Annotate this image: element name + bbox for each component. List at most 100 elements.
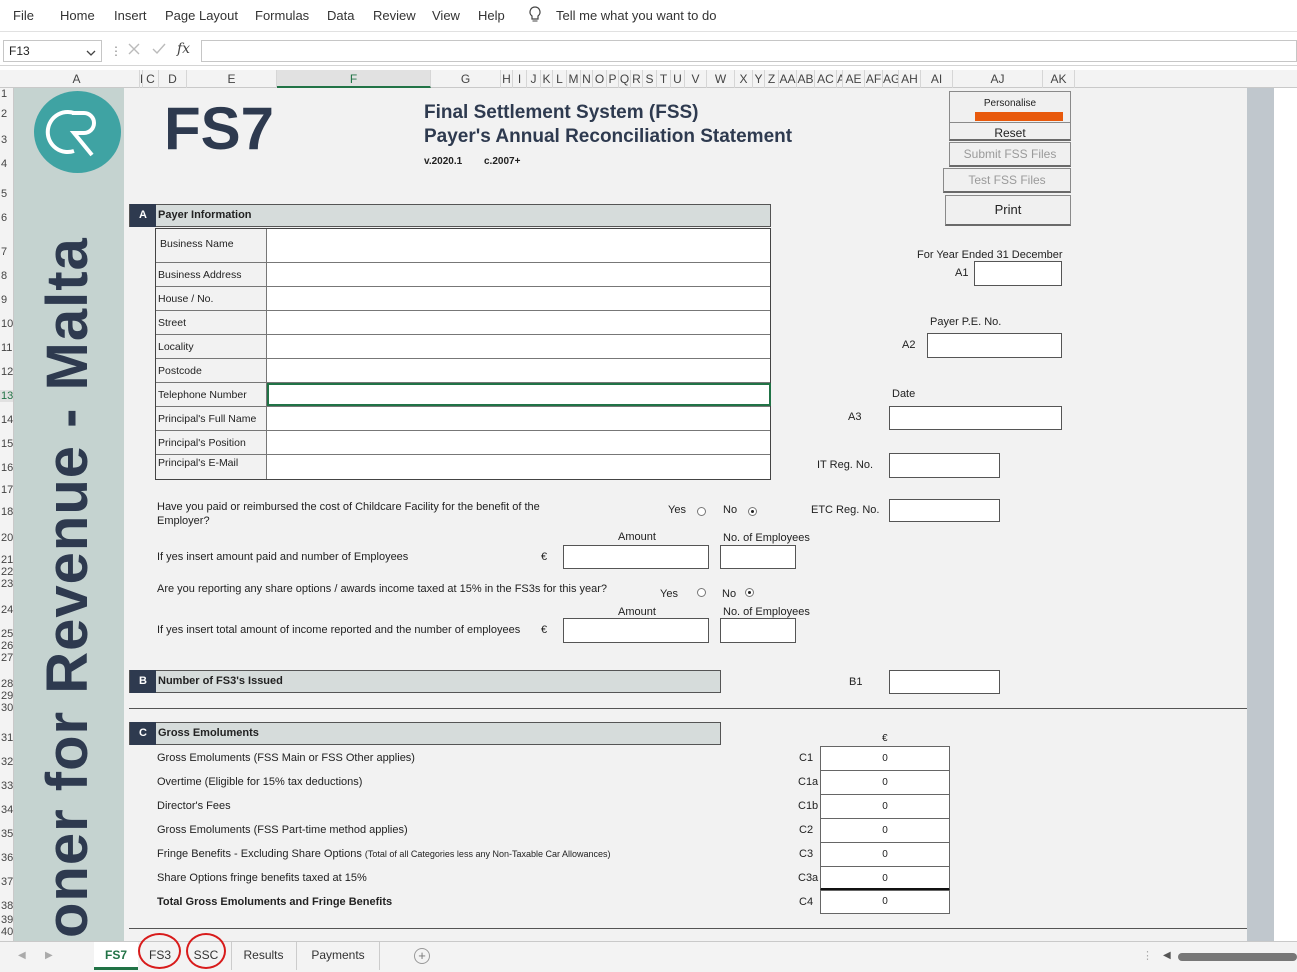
column-header[interactable]: Z bbox=[765, 70, 779, 88]
column-header[interactable]: J bbox=[527, 70, 541, 88]
column-header[interactable]: AE bbox=[843, 70, 865, 88]
column-header[interactable]: O bbox=[593, 70, 607, 88]
column-header[interactable]: T bbox=[657, 70, 671, 88]
column-header[interactable]: AC bbox=[815, 70, 837, 88]
sheet-grid[interactable]: oner for Revenue - Malta FS7 Final Settl… bbox=[14, 88, 1274, 941]
column-header[interactable]: V bbox=[685, 70, 707, 88]
row-header[interactable]: 38 bbox=[0, 900, 13, 912]
tell-me-search[interactable]: Tell me what you want to do bbox=[556, 8, 716, 23]
menu-file[interactable]: File bbox=[13, 8, 34, 23]
principal-position-field[interactable] bbox=[267, 431, 770, 454]
column-header[interactable]: AA bbox=[779, 70, 797, 88]
menu-page-layout[interactable]: Page Layout bbox=[165, 8, 238, 23]
column-header[interactable]: D bbox=[159, 70, 187, 88]
print-button[interactable]: Print bbox=[945, 195, 1071, 226]
personalise-button[interactable]: Personalise Reset bbox=[949, 91, 1071, 141]
column-header[interactable]: C bbox=[143, 70, 159, 88]
tab-ssc[interactable]: SSC bbox=[184, 933, 228, 970]
row-header[interactable]: 36 bbox=[0, 852, 13, 864]
c1a-value[interactable]: 0 bbox=[820, 770, 950, 795]
childcare-yes-radio[interactable] bbox=[697, 507, 706, 516]
row-header[interactable]: 5 bbox=[0, 188, 13, 200]
column-header[interactable]: G bbox=[431, 70, 501, 88]
cancel-icon[interactable] bbox=[127, 42, 141, 59]
row-header[interactable]: 24 bbox=[0, 604, 13, 616]
row-header[interactable]: 13 bbox=[0, 390, 13, 402]
row-header[interactable]: 28 bbox=[0, 678, 13, 690]
column-header[interactable]: Y bbox=[753, 70, 765, 88]
etc-reg-field[interactable] bbox=[889, 499, 1000, 522]
telephone-field-selected[interactable] bbox=[267, 383, 771, 406]
row-header[interactable]: 32 bbox=[0, 756, 13, 768]
business-address-field[interactable] bbox=[267, 263, 770, 286]
enter-check-icon[interactable] bbox=[151, 42, 167, 59]
submit-fss-button[interactable]: Submit FSS Files bbox=[949, 142, 1071, 167]
childcare-amount-field[interactable] bbox=[563, 545, 709, 569]
column-header[interactable]: N bbox=[581, 70, 593, 88]
row-header[interactable]: 26 bbox=[0, 640, 13, 652]
menu-view[interactable]: View bbox=[432, 8, 460, 23]
column-header[interactable]: K bbox=[541, 70, 553, 88]
more-tabs-icon[interactable]: ⋮ bbox=[1142, 949, 1153, 962]
row-header[interactable]: 35 bbox=[0, 828, 13, 840]
tab-scroll-right-icon[interactable]: ▶ bbox=[45, 950, 53, 961]
column-header[interactable]: AH bbox=[899, 70, 921, 88]
share-amount-field[interactable] bbox=[563, 618, 709, 643]
column-header[interactable]: AI bbox=[921, 70, 953, 88]
row-header[interactable]: 30 bbox=[0, 702, 13, 714]
column-header[interactable]: R bbox=[631, 70, 643, 88]
row-header[interactable]: 33 bbox=[0, 780, 13, 792]
share-employees-field[interactable] bbox=[720, 618, 796, 643]
column-header[interactable]: X bbox=[735, 70, 753, 88]
year-ended-field[interactable] bbox=[974, 261, 1062, 286]
row-header[interactable]: 3 bbox=[0, 134, 13, 146]
menu-insert[interactable]: Insert bbox=[114, 8, 147, 23]
row-header[interactable]: 7 bbox=[0, 246, 13, 258]
date-field[interactable] bbox=[889, 406, 1062, 430]
row-header[interactable]: 17 bbox=[0, 484, 13, 496]
street-field[interactable] bbox=[267, 311, 770, 334]
row-header[interactable]: 40 bbox=[0, 926, 13, 938]
row-header[interactable]: 29 bbox=[0, 690, 13, 702]
column-header[interactable]: AF bbox=[865, 70, 883, 88]
row-header[interactable]: 34 bbox=[0, 804, 13, 816]
locality-field[interactable] bbox=[267, 335, 770, 358]
row-header[interactable]: 39 bbox=[0, 914, 13, 926]
share-no-radio[interactable] bbox=[745, 588, 754, 597]
c1-value[interactable]: 0 bbox=[820, 746, 950, 771]
column-header[interactable]: AG bbox=[883, 70, 899, 88]
add-sheet-icon[interactable]: + bbox=[414, 948, 430, 964]
it-reg-field[interactable] bbox=[889, 453, 1000, 478]
name-box[interactable]: F13 bbox=[3, 40, 102, 62]
row-header[interactable]: 11 bbox=[0, 342, 13, 354]
insert-function-icon[interactable]: fx bbox=[177, 41, 190, 57]
c4-value[interactable]: 0 bbox=[820, 890, 950, 914]
childcare-no-radio[interactable] bbox=[748, 507, 757, 516]
column-header[interactable]: E bbox=[187, 70, 277, 88]
principal-email-field[interactable] bbox=[267, 455, 770, 479]
row-header[interactable]: 20 bbox=[0, 532, 13, 544]
column-header[interactable]: AK bbox=[1043, 70, 1075, 88]
row-header[interactable]: 14 bbox=[0, 414, 13, 426]
postcode-field[interactable] bbox=[267, 359, 770, 382]
column-header[interactable]: U bbox=[671, 70, 685, 88]
column-header[interactable]: P bbox=[607, 70, 619, 88]
more-options-icon[interactable]: ⋮ bbox=[110, 44, 122, 58]
tab-fs7[interactable]: FS7 bbox=[94, 942, 138, 970]
house-number-field[interactable] bbox=[267, 287, 770, 310]
menu-formulas[interactable]: Formulas bbox=[255, 8, 309, 23]
row-header[interactable]: 16 bbox=[0, 462, 13, 474]
payer-pe-field[interactable] bbox=[927, 333, 1062, 358]
row-header[interactable]: 22 bbox=[0, 566, 13, 578]
menu-data[interactable]: Data bbox=[327, 8, 354, 23]
column-header[interactable]: AJ bbox=[953, 70, 1043, 88]
menu-home[interactable]: Home bbox=[60, 8, 95, 23]
row-header[interactable]: 23 bbox=[0, 578, 13, 590]
row-header[interactable]: 31 bbox=[0, 732, 13, 744]
column-header[interactable]: A bbox=[14, 70, 140, 88]
hscroll-left-icon[interactable]: ◀ bbox=[1163, 950, 1171, 961]
column-header[interactable]: F bbox=[277, 70, 431, 88]
row-header[interactable]: 1 bbox=[0, 88, 13, 100]
tab-payments[interactable]: Payments bbox=[296, 942, 380, 970]
c2-value[interactable]: 0 bbox=[820, 818, 950, 843]
